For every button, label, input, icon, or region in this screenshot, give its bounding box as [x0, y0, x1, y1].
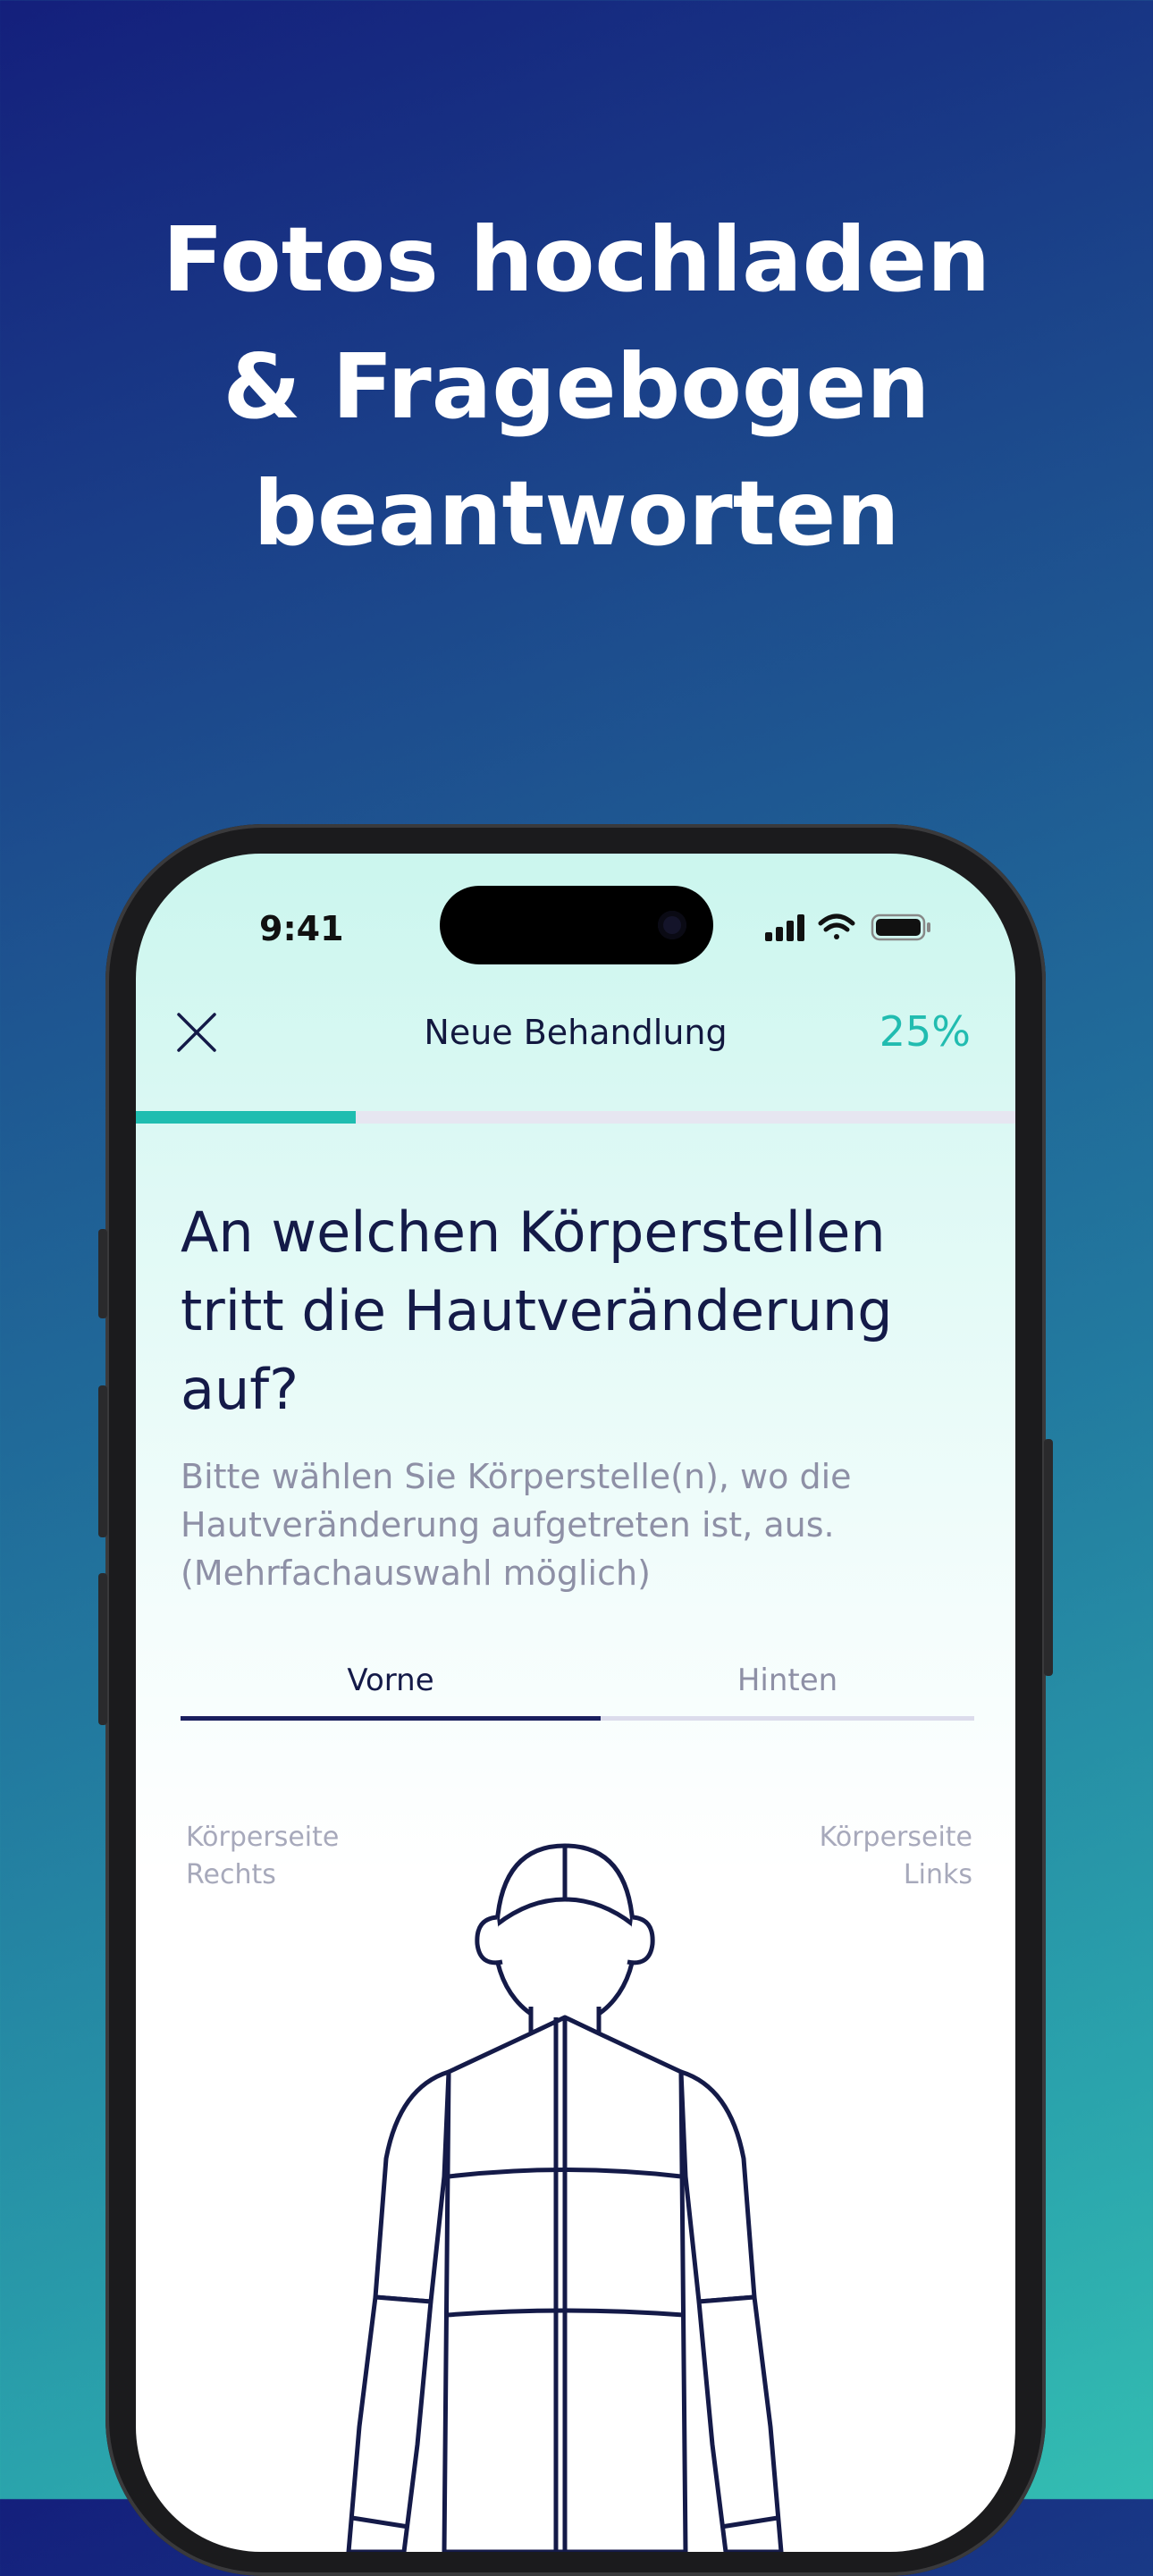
- tab-front[interactable]: Vorne: [181, 1649, 601, 1721]
- hint-line: (Mehrfachauswahl möglich): [181, 1553, 651, 1593]
- battery-icon: [871, 913, 930, 941]
- body-map: [346, 1843, 784, 2552]
- phone-volume-down-button: [98, 1573, 107, 1725]
- question-line: auf?: [181, 1357, 299, 1422]
- hint-line: Bitte wählen Sie Körperstelle(n), wo die: [181, 1457, 852, 1496]
- question-line: An welchen Körperstellen: [181, 1200, 886, 1265]
- hint-line: Hautveränderung aufgetreten ist, aus.: [181, 1505, 835, 1545]
- status-time: 9:41: [259, 909, 344, 948]
- headline-line-1: Fotos hochladen: [162, 207, 991, 312]
- question-hint: Bitte wählen Sie Körperstelle(n), wo die…: [181, 1452, 985, 1597]
- question-line: tritt die Hautveränderung: [181, 1278, 893, 1343]
- body-view-tabs: Vorne Hinten: [181, 1649, 974, 1721]
- phone-power-button: [1044, 1439, 1053, 1676]
- status-icons: [765, 913, 930, 941]
- camera-icon: [658, 911, 686, 939]
- body-region-arm-right[interactable]: [373, 2069, 451, 2304]
- progress-bar-fill: [136, 1111, 356, 1124]
- wifi-icon: [818, 913, 855, 939]
- progress-percent: 25%: [879, 1007, 971, 1056]
- tab-back[interactable]: Hinten: [601, 1649, 974, 1721]
- nav-bar: Neue Behandlung 25%: [136, 988, 1015, 1077]
- headline-line-3: beantworten: [253, 461, 900, 566]
- marketing-headline: Fotos hochladen & Fragebogen beantworten: [0, 197, 1153, 577]
- headline-line-2: & Fragebogen: [223, 334, 930, 439]
- body-region-arm-left[interactable]: [678, 2069, 757, 2304]
- progress-bar: [136, 1111, 1015, 1124]
- phone-action-button: [98, 1229, 107, 1318]
- phone-screen: 9:41 Neue Behandlung 25% An welchen Körp…: [136, 854, 1015, 2552]
- dynamic-island: [440, 886, 713, 964]
- body-region-forearm-right[interactable]: [346, 2294, 433, 2552]
- signal-icon: [765, 914, 804, 941]
- question-title: An welchen Körperstellen tritt die Hautv…: [181, 1193, 967, 1429]
- phone-volume-up-button: [98, 1385, 107, 1537]
- body-region-forearm-left[interactable]: [696, 2294, 784, 2552]
